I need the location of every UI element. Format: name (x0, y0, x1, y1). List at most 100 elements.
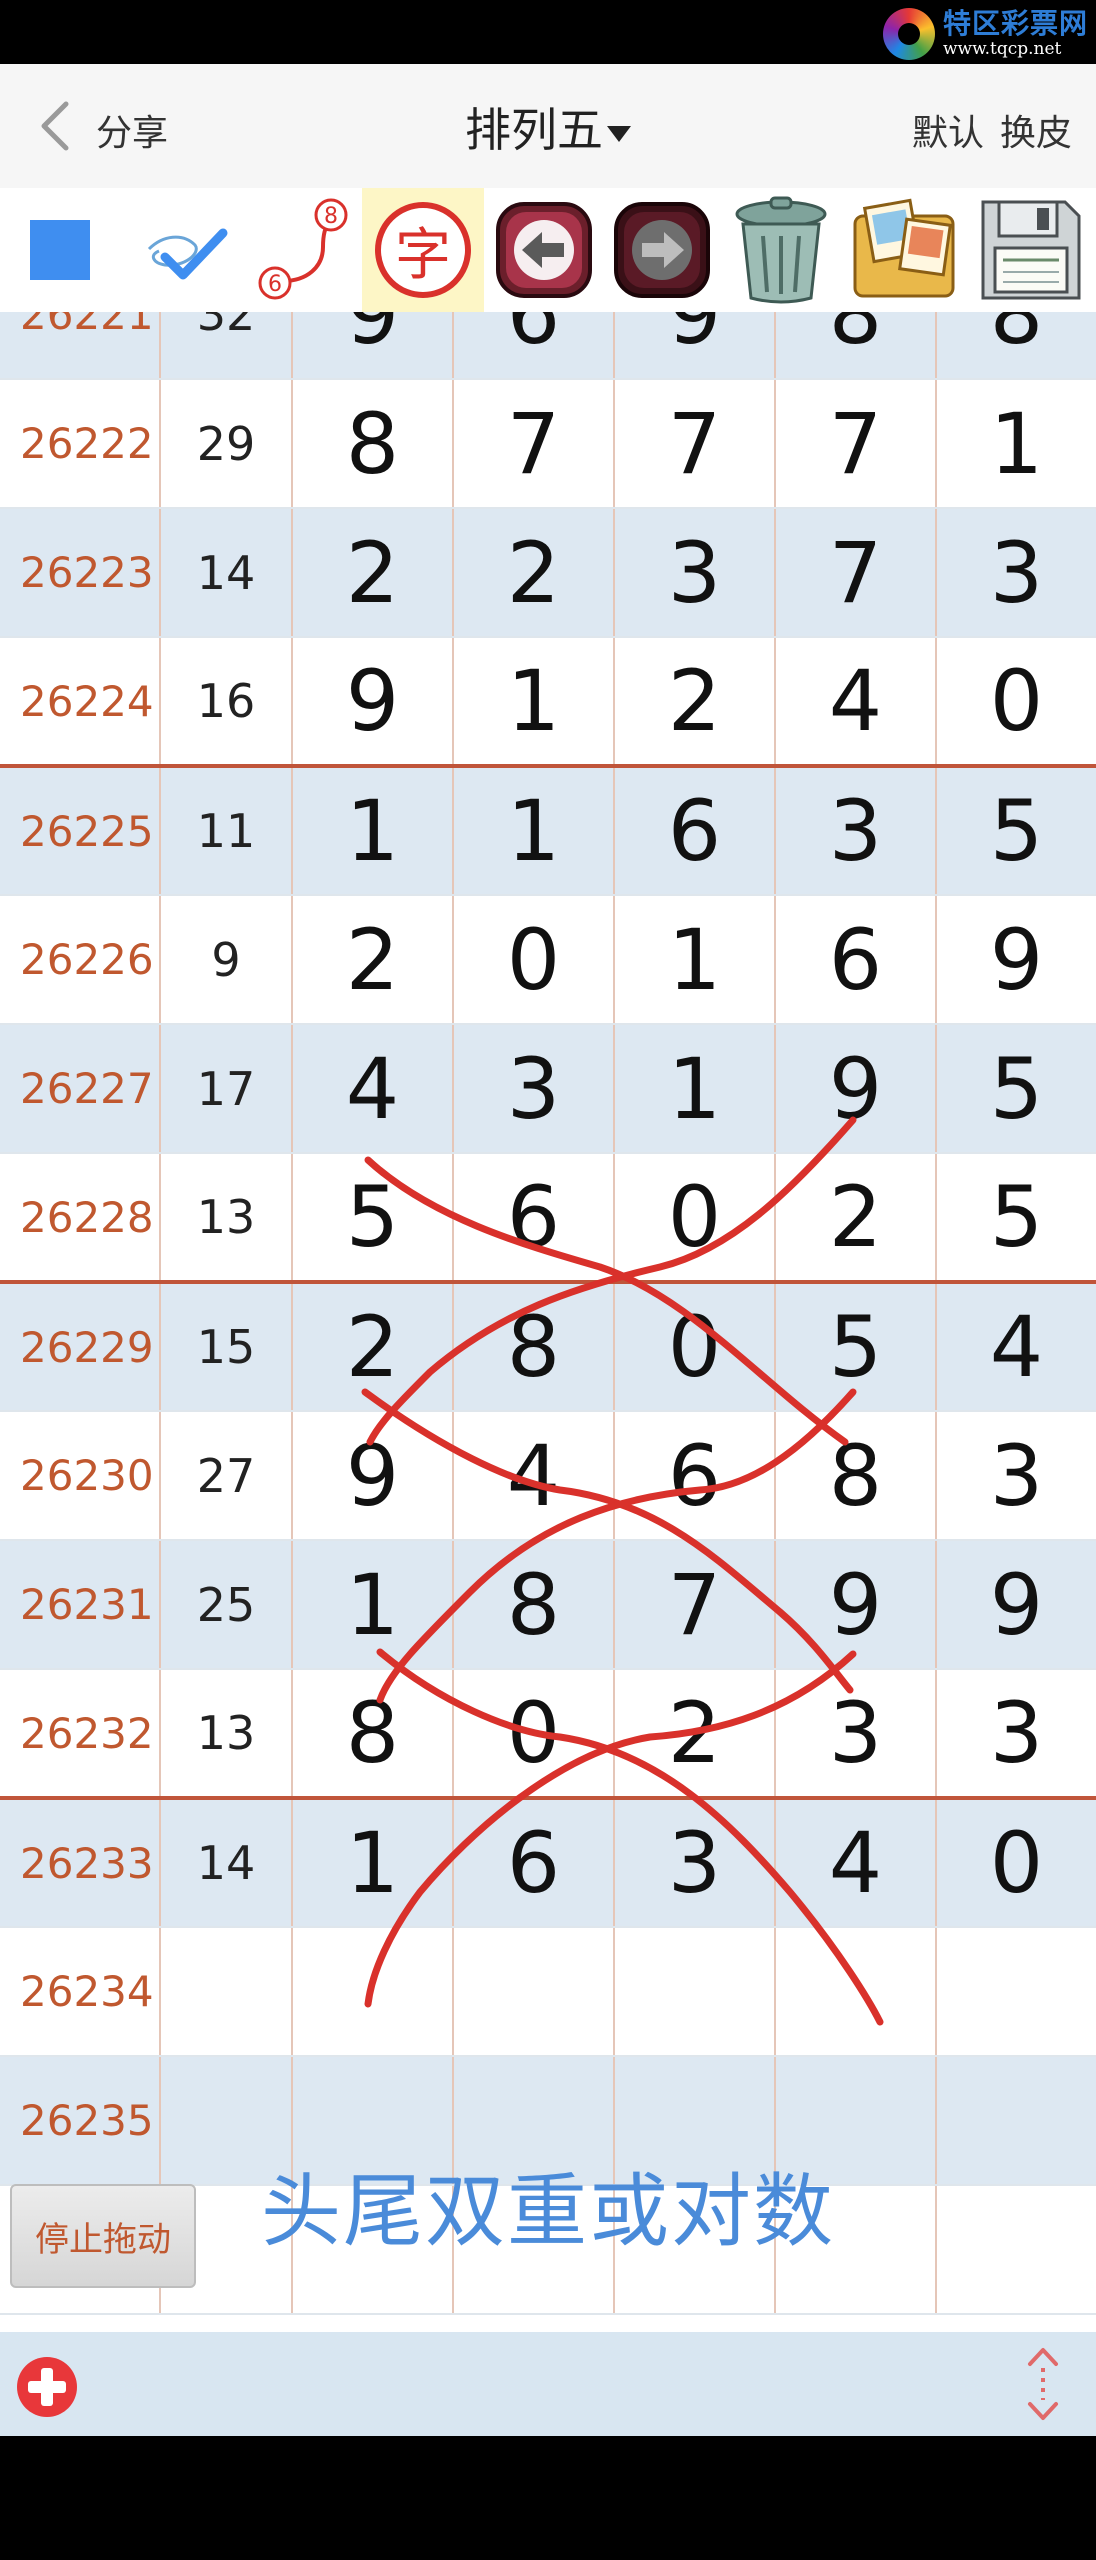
sum-value-cell: 16 (160, 637, 293, 768)
photo-album-icon (853, 198, 955, 298)
digit-cell-pos1[interactable]: 1 (292, 766, 454, 896)
digit-cell-pos2[interactable] (453, 1927, 615, 2057)
digit-cell-pos1[interactable]: 8 (292, 379, 454, 509)
digit-cell-pos3[interactable]: 1 (614, 895, 776, 1025)
digit-cell-pos1[interactable]: 9 (292, 637, 454, 768)
digit-cell-pos4[interactable]: 5 (775, 1282, 937, 1412)
digit-cell-pos4[interactable]: 3 (775, 766, 937, 896)
digit-cell-pos3[interactable]: 7 (614, 1540, 776, 1670)
digit-cell-pos3[interactable]: 2 (614, 1669, 776, 1800)
system-nav-bar (0, 2436, 1096, 2560)
table-row: 26234 (0, 1927, 1096, 2057)
digit-cell-pos5[interactable]: 3 (936, 1411, 1096, 1541)
color-square-tool[interactable] (0, 188, 120, 312)
digit-cell-pos4[interactable]: 4 (775, 637, 937, 768)
digit-cell-pos4[interactable]: 7 (775, 508, 937, 638)
digit-cell-pos2[interactable]: 0 (453, 1669, 615, 1800)
digit-cell-pos2[interactable]: 0 (453, 895, 615, 1025)
table-row: 26233 14 1 6 3 4 0 (0, 1798, 1096, 1928)
header-bar: 分享 排列五 默认 换皮 (0, 64, 1096, 188)
ball-connector-tool[interactable]: 8 6 (248, 188, 358, 312)
digit-cell-pos1[interactable]: 9 (292, 1411, 454, 1541)
digit-cell-pos5[interactable]: 0 (936, 1798, 1096, 1928)
digit-cell-pos2[interactable]: 3 (453, 1024, 615, 1154)
digit-cell-pos2[interactable]: 6 (453, 1798, 615, 1928)
change-skin-button[interactable]: 换皮 (1000, 104, 1072, 156)
digit-cell-pos5[interactable]: 8 (936, 312, 1096, 380)
text-tool[interactable]: 字 (362, 188, 484, 312)
digit-cell-pos1[interactable] (292, 1927, 454, 2057)
digit-cell-pos5[interactable]: 9 (936, 895, 1096, 1025)
digit-cell-pos4[interactable]: 6 (775, 895, 937, 1025)
digit-cell-pos3[interactable]: 3 (614, 1798, 776, 1928)
digit-cell-pos1[interactable]: 2 (292, 895, 454, 1025)
digit-cell-pos3[interactable]: 6 (614, 766, 776, 896)
blue-square-icon (30, 220, 90, 280)
digit-cell-pos2[interactable]: 2 (453, 508, 615, 638)
digit-cell-pos2[interactable]: 4 (453, 1411, 615, 1541)
digit-cell-pos4[interactable]: 9 (775, 1024, 937, 1154)
digit-cell-pos2[interactable]: 7 (453, 379, 615, 509)
redo-tool[interactable] (608, 188, 716, 312)
digit-cell-pos5[interactable]: 9 (936, 1540, 1096, 1670)
digit-cell-pos4[interactable]: 7 (775, 379, 937, 509)
digit-cell-pos4[interactable]: 2 (775, 1153, 937, 1284)
digit-cell-pos1[interactable]: 2 (292, 508, 454, 638)
digit-cell-pos2[interactable]: 8 (453, 1282, 615, 1412)
sum-value-cell: 27 (160, 1411, 293, 1541)
stop-drag-button[interactable]: 停止拖动 (10, 2184, 196, 2288)
issue-number-cell: 26229 (0, 1282, 161, 1412)
digit-cell-pos5[interactable]: 4 (936, 1282, 1096, 1412)
digit-cell-pos3[interactable]: 9 (614, 312, 776, 380)
digit-cell-pos1[interactable]: 4 (292, 1024, 454, 1154)
digit-cell-pos4[interactable]: 9 (775, 1540, 937, 1670)
digit-cell-pos2[interactable]: 1 (453, 766, 615, 896)
digit-cell-pos5[interactable]: 5 (936, 766, 1096, 896)
digit-cell-pos1[interactable]: 9 (292, 312, 454, 380)
add-plus-icon[interactable] (14, 2354, 80, 2420)
digit-cell-pos5[interactable]: 5 (936, 1024, 1096, 1154)
digit-cell-pos3[interactable]: 7 (614, 379, 776, 509)
album-tool[interactable] (842, 188, 966, 312)
digit-cell-pos5[interactable]: 3 (936, 508, 1096, 638)
sum-value-cell: 32 (160, 312, 293, 380)
trash-tool[interactable] (722, 188, 840, 312)
digit-cell-pos5[interactable]: 3 (936, 1669, 1096, 1800)
digit-cell-pos3[interactable]: 0 (614, 1282, 776, 1412)
digit-cell-pos1[interactable]: 1 (292, 1540, 454, 1670)
digit-cell-pos2[interactable]: 8 (453, 1540, 615, 1670)
digit-cell-pos2[interactable]: 6 (453, 1153, 615, 1284)
char-stamp-icon: 字 (375, 202, 471, 298)
digit-cell-pos3[interactable] (614, 1927, 776, 2057)
digit-cell-pos4[interactable]: 8 (775, 312, 937, 380)
undo-tool[interactable] (490, 188, 598, 312)
scroll-updown-icon[interactable] (1018, 2344, 1068, 2424)
digit-cell-pos3[interactable]: 3 (614, 508, 776, 638)
digit-cell-pos4[interactable]: 3 (775, 1669, 937, 1800)
sum-value-cell (160, 1927, 293, 2057)
digit-cell-pos4[interactable] (775, 1927, 937, 2057)
digit-cell-pos3[interactable]: 6 (614, 1411, 776, 1541)
digit-cell-pos1[interactable]: 5 (292, 1153, 454, 1284)
digit-cell-pos1[interactable]: 2 (292, 1282, 454, 1412)
digit-cell-pos4[interactable]: 8 (775, 1411, 937, 1541)
table-row: 26225 11 1 1 6 3 5 (0, 766, 1096, 896)
sum-value-cell: 14 (160, 508, 293, 638)
digit-cell-pos5[interactable] (936, 1927, 1096, 2057)
digit-cell-pos1[interactable]: 8 (292, 1669, 454, 1800)
default-skin-button[interactable]: 默认 (912, 104, 984, 156)
digit-cell-pos3[interactable]: 2 (614, 637, 776, 768)
digit-cell-pos4[interactable]: 4 (775, 1798, 937, 1928)
digit-cell-pos5[interactable]: 1 (936, 379, 1096, 509)
digit-cell-pos5[interactable]: 5 (936, 1153, 1096, 1284)
digit-cell-pos2[interactable]: 6 (453, 312, 615, 380)
digit-cell-pos3[interactable]: 1 (614, 1024, 776, 1154)
table-row: 26222 29 8 7 7 7 1 (0, 379, 1096, 509)
digit-cell-pos2[interactable]: 1 (453, 637, 615, 768)
digit-cell-pos3[interactable]: 0 (614, 1153, 776, 1284)
digit-cell-pos1[interactable]: 1 (292, 1798, 454, 1928)
digit-cell-pos5[interactable]: 0 (936, 637, 1096, 768)
pen-tool[interactable] (130, 188, 240, 312)
save-tool[interactable] (968, 188, 1092, 312)
draw-history-grid[interactable]: 26221 32 9 6 9 8 8 26222 29 8 7 7 7 1 26223 14 2 2 3 7 3 2622… (0, 312, 1096, 2332)
